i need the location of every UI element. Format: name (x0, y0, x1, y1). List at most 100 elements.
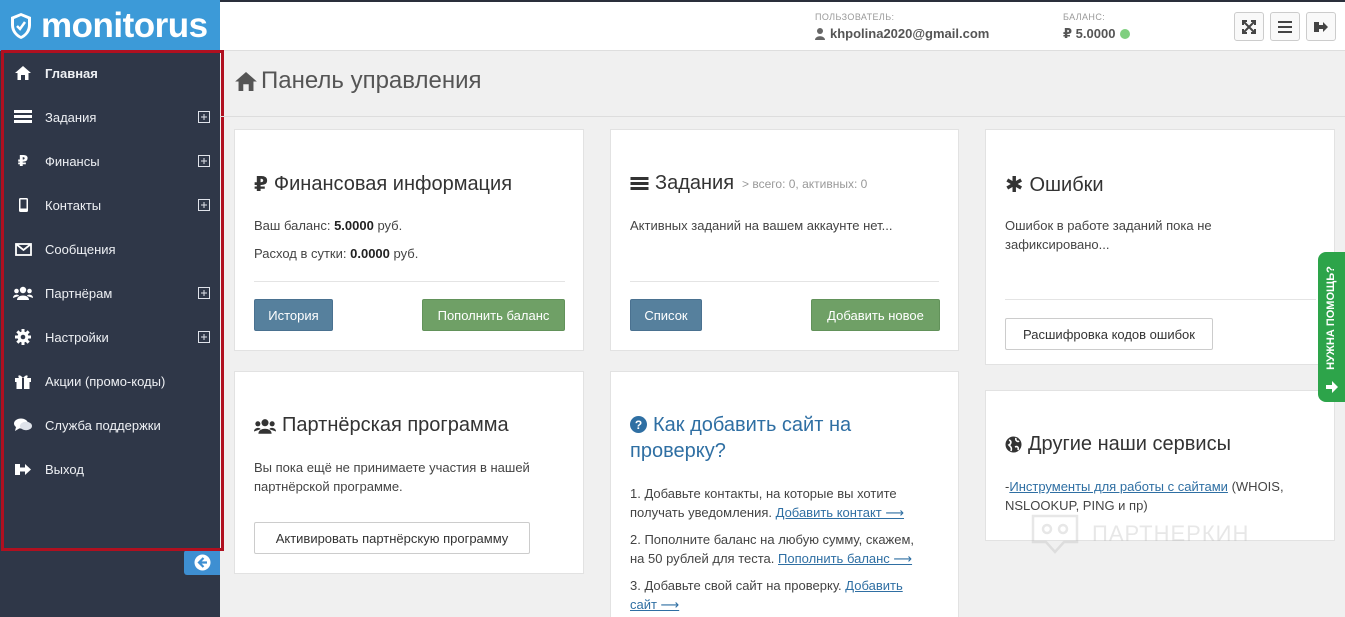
add-task-button[interactable]: Добавить новое (811, 299, 940, 331)
sidebar-item-promo[interactable]: Акции (промо-коды) (0, 359, 220, 403)
add-site-link[interactable]: сайт ⟶ (630, 597, 679, 612)
logo[interactable]: monitorus (0, 0, 220, 51)
gift-icon (12, 374, 34, 389)
add-site-link[interactable]: Добавить (845, 578, 902, 593)
brand-name: monitorus (41, 6, 208, 45)
balance-value: ₽ 5.0000 (1063, 26, 1116, 41)
sidebar-item-label: Контакты (45, 197, 102, 213)
sidebar-item-label: Финансы (45, 153, 100, 169)
howto-step-3: 3. Добавьте свой сайт на проверку. Добав… (630, 576, 903, 614)
mobile-icon (12, 198, 34, 212)
sidebar-item-label: Выход (45, 461, 84, 477)
ruble-icon: ₽ (17, 153, 29, 170)
expand-icon[interactable] (198, 111, 210, 123)
sidebar-item-label: Служба поддержки (45, 417, 161, 433)
partner-title-text: Партнёрская программа (282, 414, 509, 436)
howto-card: ? Как добавить сайт на проверку? 1. Доба… (610, 371, 959, 617)
sidebar-item-settings[interactable]: Настройки (0, 315, 220, 359)
sidebar-collapse-button[interactable] (184, 550, 220, 575)
errors-text-line: Ошибок в работе заданий пока не (1005, 218, 1212, 233)
activate-partner-button[interactable]: Активировать партнёрскую программу (254, 522, 530, 554)
balance-info: БАЛАНС: ₽ 5.0000 (1063, 12, 1131, 42)
partner-text: Вы пока ещё не принимаете участия в наше… (254, 458, 530, 496)
balance-prefix: Ваш баланс: (254, 218, 331, 233)
envelope-icon (12, 242, 34, 256)
home-icon (12, 66, 34, 80)
partner-text-line: партнёрской программе. (254, 479, 403, 494)
sidebar-item-label: Настройки (45, 329, 109, 345)
arrow-left-circle-icon (194, 554, 211, 571)
sidebar-item-label: Задания (45, 109, 97, 125)
balance-amount: 5.0000 (334, 218, 374, 233)
card-divider (1005, 299, 1316, 300)
sidebar-item-label: Сообщения (45, 241, 116, 257)
logout-button[interactable] (1306, 12, 1336, 41)
users-icon (254, 418, 276, 434)
watermark-logo-icon (1030, 513, 1080, 555)
shield-logo-icon (9, 12, 33, 40)
chat-icon (12, 418, 34, 432)
partner-card-title: Партнёрская программа (254, 414, 509, 437)
errors-card: ✱ Ошибки Ошибок в работе заданий пока не… (985, 129, 1335, 365)
svg-text:?: ? (635, 418, 642, 432)
question-circle-icon: ? (630, 416, 647, 433)
watermark: ПАРТНЕРКИН (1030, 513, 1249, 555)
sidebar-item-support[interactable]: Служба поддержки (0, 403, 220, 447)
asterisk-icon: ✱ (1005, 172, 1024, 197)
sidebar-item-logout[interactable]: Выход (0, 447, 220, 491)
howto-card-title: ? Как добавить сайт на проверку? (630, 412, 851, 464)
step-text: 2. Пополните баланс на любую сумму, скаж… (630, 532, 915, 547)
tasks-empty-text: Активных заданий на вашем аккаунте нет..… (630, 218, 893, 233)
expand-icon[interactable] (198, 155, 210, 167)
howto-title-line: Как добавить сайт на (653, 414, 852, 436)
sidebar-item-messages[interactable]: Сообщения (0, 227, 220, 271)
sidebar-item-contacts[interactable]: Контакты (0, 183, 220, 227)
add-contact-link[interactable]: Добавить контакт ⟶ (776, 505, 904, 520)
step-text: 1. Добавьте контакты, на которые вы хоти… (630, 486, 897, 501)
gear-icon (12, 329, 34, 345)
step-text: 3. Добавьте свой сайт на проверку. (630, 578, 842, 593)
tasks-counts: > всего: 0, активных: 0 (742, 176, 868, 191)
sidebar: Главная Задания ₽ Финансы Контакты Сообщ… (0, 51, 220, 617)
help-tab-label[interactable]: НУЖНА ПОМОЩЬ? (1325, 266, 1337, 370)
user-info: ПОЛЬЗОВАТЕЛЬ: khpolina2020@gmail.com (815, 12, 989, 41)
daily-unit: руб. (393, 246, 419, 261)
tasks-title-text: Задания (655, 172, 735, 194)
card-divider (630, 281, 939, 282)
errors-text: Ошибок в работе заданий пока не зафиксир… (1005, 216, 1212, 254)
partner-card: Партнёрская программа Вы пока ещё не при… (234, 371, 584, 574)
sidebar-item-home[interactable]: Главная (0, 51, 220, 95)
topup-balance-link[interactable]: Пополнить баланс ⟶ (778, 551, 912, 566)
sidebar-item-finance[interactable]: ₽ Финансы (0, 139, 220, 183)
finance-daily-line: Расход в сутки: 0.0000 руб. (254, 244, 418, 263)
sidebar-item-label: Партнёрам (45, 285, 113, 301)
errors-text-line: зафиксировано... (1005, 237, 1110, 252)
history-button[interactable]: История (254, 299, 333, 331)
menu-icon (1278, 20, 1292, 33)
howto-title-text: Как добавить сайт на проверку? (630, 412, 852, 464)
howto-step-1: 1. Добавьте контакты, на которые вы хоти… (630, 484, 904, 522)
user-email: khpolina2020@gmail.com (830, 26, 990, 41)
site-tools-link[interactable]: Инструменты для работы с сайтами (1009, 479, 1228, 494)
howto-step-2: 2. Пополните баланс на любую сумму, скаж… (630, 530, 914, 568)
card-divider (254, 281, 565, 282)
errors-title-text: Ошибки (1029, 173, 1104, 196)
fullscreen-button[interactable] (1234, 12, 1264, 41)
menu-button[interactable] (1270, 12, 1300, 41)
expand-icon[interactable] (198, 287, 210, 299)
title-divider (220, 116, 1345, 117)
expand-icon[interactable] (198, 199, 210, 211)
finance-balance-line: Ваш баланс: 5.0000 руб. (254, 216, 402, 235)
sidebar-item-tasks[interactable]: Задания (0, 95, 220, 139)
services-text-line: (WHOIS, (1231, 479, 1284, 494)
topup-balance-button[interactable]: Пополнить баланс (422, 299, 565, 331)
fullscreen-icon (1242, 19, 1256, 34)
error-codes-button[interactable]: Расшифровка кодов ошибок (1005, 318, 1213, 350)
expand-icon[interactable] (198, 331, 210, 343)
sidebar-item-partners[interactable]: Партнёрам (0, 271, 220, 315)
page-title: Панель управления (235, 67, 481, 95)
globe-icon (1005, 436, 1022, 453)
user-icon (815, 27, 825, 40)
sidebar-item-label: Главная (45, 65, 98, 81)
tasks-list-button[interactable]: Список (630, 299, 702, 331)
